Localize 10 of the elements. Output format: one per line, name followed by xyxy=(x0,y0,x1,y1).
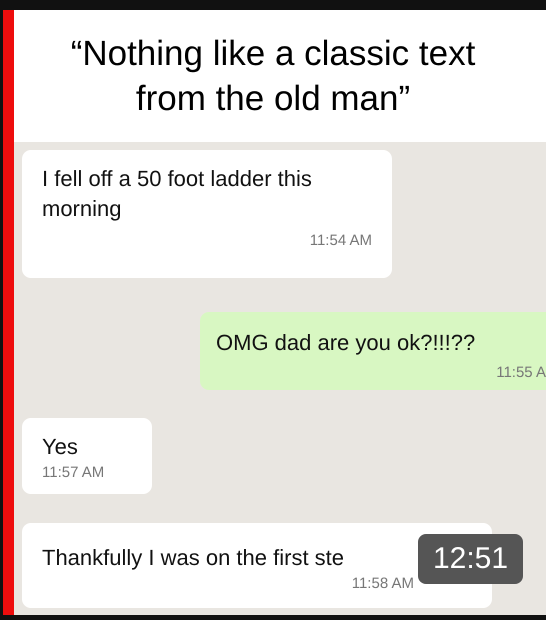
message-text: Yes xyxy=(42,433,78,461)
video-duration-badge: 12:51 xyxy=(418,534,523,584)
message-time: 11:58 AM xyxy=(350,575,415,592)
message-time: 11:57 AM xyxy=(42,464,106,481)
message-time: 11:54 AM xyxy=(308,232,372,249)
message-text: Thankfully I was on the first ste xyxy=(42,544,344,572)
message-text: OMG dad are you ok?!!!?? xyxy=(216,329,476,357)
meme-caption: “Nothing like a classic text from the old man” xyxy=(70,33,476,120)
message-text: I fell off a 50 foot ladder this morning xyxy=(42,165,313,223)
message-time: 11:55 A xyxy=(495,364,546,381)
